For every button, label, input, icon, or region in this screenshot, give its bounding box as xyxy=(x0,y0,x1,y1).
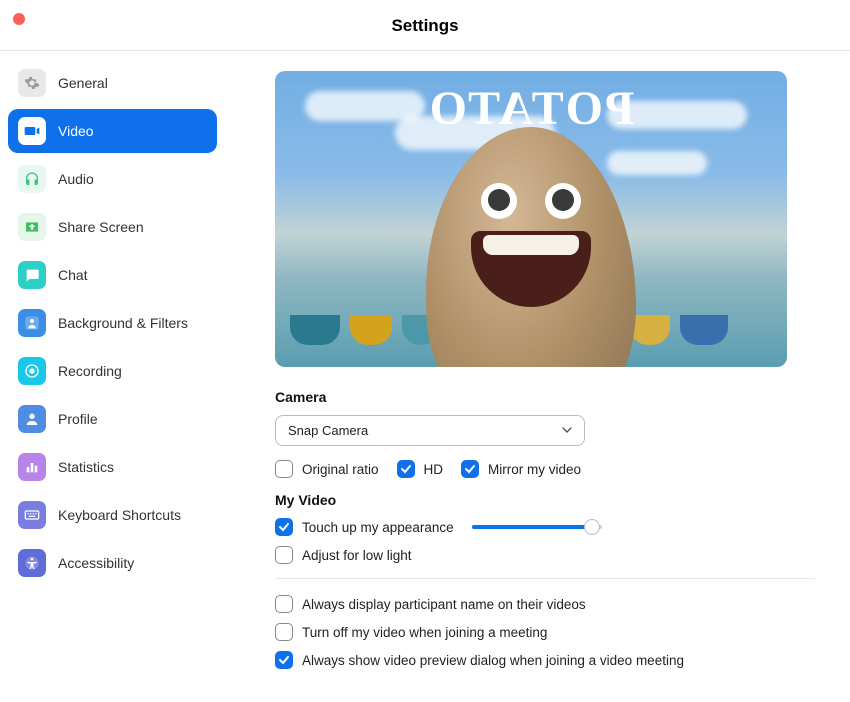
low-light-option[interactable]: Adjust for low light xyxy=(275,546,412,564)
turn-off-label: Turn off my video when joining a meeting xyxy=(302,625,547,640)
camera-select[interactable]: Snap Camera xyxy=(275,415,585,446)
sidebar-item-label: Video xyxy=(58,123,94,139)
display-name-checkbox[interactable] xyxy=(275,595,293,613)
sidebar-item-label: Chat xyxy=(58,267,88,283)
preview-dialog-option[interactable]: Always show video preview dialog when jo… xyxy=(275,651,815,669)
sidebar-item-label: Profile xyxy=(58,411,98,427)
sidebar-item-label: Accessibility xyxy=(58,555,134,571)
sidebar-item-chat[interactable]: Chat xyxy=(8,253,217,297)
mirror-checkbox[interactable] xyxy=(461,460,479,478)
slider-thumb[interactable] xyxy=(584,519,600,535)
divider xyxy=(275,578,815,579)
sidebar-item-label: Audio xyxy=(58,171,94,187)
sidebar-item-accessibility[interactable]: Accessibility xyxy=(8,541,217,585)
person-sq-icon xyxy=(18,309,46,337)
sidebar-item-audio[interactable]: Audio xyxy=(8,157,217,201)
low-light-label: Adjust for low light xyxy=(302,548,412,563)
hd-option[interactable]: HD xyxy=(397,460,444,478)
mirror-label: Mirror my video xyxy=(488,462,581,477)
touch-up-option[interactable]: Touch up my appearance xyxy=(275,518,454,536)
display-name-option[interactable]: Always display participant name on their… xyxy=(275,595,815,613)
sidebar-item-label: Recording xyxy=(58,363,122,379)
display-name-label: Always display participant name on their… xyxy=(302,597,586,612)
window-controls xyxy=(13,13,25,25)
sidebar-item-label: General xyxy=(58,75,108,91)
window-title: Settings xyxy=(0,16,850,36)
sidebar-item-label: Statistics xyxy=(58,459,114,475)
content-panel: POTATO Camera Snap Camera Original ratio… xyxy=(225,51,850,701)
sidebar-item-recording[interactable]: Recording xyxy=(8,349,217,393)
sidebar-item-statistics[interactable]: Statistics xyxy=(8,445,217,489)
person-icon xyxy=(18,405,46,433)
video-preview: POTATO xyxy=(275,71,787,367)
video-icon xyxy=(18,117,46,145)
sidebar-item-label: Background & Filters xyxy=(58,315,188,331)
turn-off-option[interactable]: Turn off my video when joining a meeting xyxy=(275,623,815,641)
sidebar-item-general[interactable]: General xyxy=(8,61,217,105)
touch-up-checkbox[interactable] xyxy=(275,518,293,536)
camera-heading: Camera xyxy=(275,389,815,405)
mirror-option[interactable]: Mirror my video xyxy=(461,460,581,478)
original-ratio-option[interactable]: Original ratio xyxy=(275,460,379,478)
title-bar: Settings xyxy=(0,0,850,51)
camera-select-value: Snap Camera xyxy=(288,423,368,438)
share-icon xyxy=(18,213,46,241)
my-video-heading: My Video xyxy=(275,492,815,508)
keyboard-icon xyxy=(18,501,46,529)
hd-label: HD xyxy=(424,462,444,477)
hd-checkbox[interactable] xyxy=(397,460,415,478)
chevron-down-icon xyxy=(562,423,572,438)
a11y-icon xyxy=(18,549,46,577)
sidebar-item-share-screen[interactable]: Share Screen xyxy=(8,205,217,249)
touch-up-slider[interactable] xyxy=(472,518,602,536)
close-window-button[interactable] xyxy=(13,13,25,25)
sidebar-item-video[interactable]: Video xyxy=(8,109,217,153)
touch-up-label: Touch up my appearance xyxy=(302,520,454,535)
original-ratio-label: Original ratio xyxy=(302,462,379,477)
low-light-checkbox[interactable] xyxy=(275,546,293,564)
gear-icon xyxy=(18,69,46,97)
chat-icon xyxy=(18,261,46,289)
preview-dialog-label: Always show video preview dialog when jo… xyxy=(302,653,684,668)
original-ratio-checkbox[interactable] xyxy=(275,460,293,478)
turn-off-checkbox[interactable] xyxy=(275,623,293,641)
sidebar-item-label: Keyboard Shortcuts xyxy=(58,507,181,523)
sidebar: General Video Audio Share Screen Chat Backgro… xyxy=(0,51,225,701)
headphones-icon xyxy=(18,165,46,193)
sidebar-item-profile[interactable]: Profile xyxy=(8,397,217,441)
sidebar-item-label: Share Screen xyxy=(58,219,144,235)
sidebar-item-keyboard-shortcuts[interactable]: Keyboard Shortcuts xyxy=(8,493,217,537)
sidebar-item-background-filters[interactable]: Background & Filters xyxy=(8,301,217,345)
bars-icon xyxy=(18,453,46,481)
record-icon xyxy=(18,357,46,385)
preview-dialog-checkbox[interactable] xyxy=(275,651,293,669)
